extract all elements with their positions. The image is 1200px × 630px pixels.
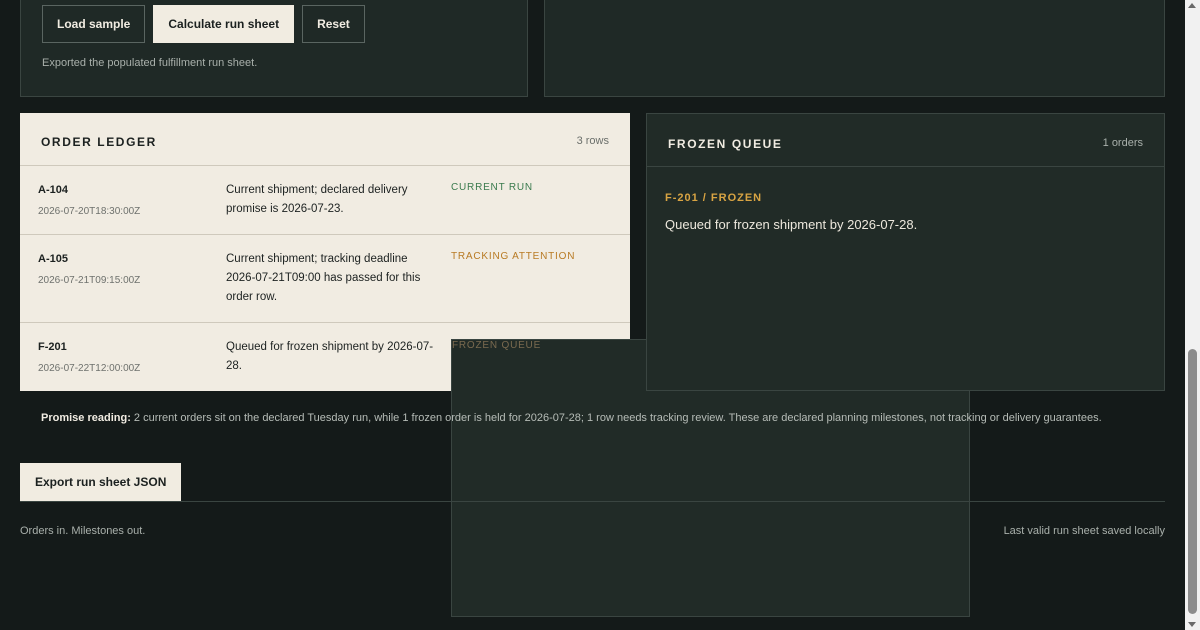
promise-label: Promise reading: <box>41 412 131 424</box>
order-ledger: ORDER LEDGER 3 rows A-104 2026-07-20T18:… <box>20 113 970 617</box>
order-description: Current shipment; tracking deadline 2026… <box>226 253 421 303</box>
reset-button[interactable]: Reset <box>302 5 365 43</box>
order-description: Queued for frozen shipment by 2026-07-28… <box>226 341 434 372</box>
frozen-header: FROZEN QUEUE 1 orders <box>647 114 1164 167</box>
controls-panel: Load sample Calculate run sheet Reset Ex… <box>20 0 528 97</box>
order-timestamp: 2026-07-22T12:00:00Z <box>38 363 141 374</box>
order-id: F-201 <box>38 341 67 353</box>
ledger-title: ORDER LEDGER <box>41 135 157 149</box>
calculate-run-sheet-button[interactable]: Calculate run sheet <box>153 5 295 43</box>
frozen-title: FROZEN QUEUE <box>668 137 783 151</box>
order-timestamp: 2026-07-21T09:15:00Z <box>38 275 141 286</box>
control-buttons: Load sample Calculate run sheet Reset <box>42 5 365 43</box>
footer-save-status: Last valid run sheet saved locally <box>1003 525 1165 537</box>
order-description: Current shipment; declared delivery prom… <box>226 184 408 215</box>
order-id: A-105 <box>38 253 68 265</box>
scroll-down-icon[interactable] <box>1188 622 1196 627</box>
ledger-row: A-105 2026-07-21T09:15:00Z Current shipm… <box>20 235 630 323</box>
status-tag: TRACKING ATTENTION <box>451 251 576 262</box>
scroll-up-icon[interactable] <box>1188 3 1196 8</box>
scrollbar[interactable] <box>1185 0 1200 630</box>
ledger-row-count: 3 rows <box>576 135 609 147</box>
load-sample-button[interactable]: Load sample <box>42 5 146 43</box>
promise-reading: Promise reading: 2 current orders sit on… <box>41 412 1102 424</box>
ledger-header: ORDER LEDGER 3 rows <box>20 113 630 166</box>
summary-panel <box>544 0 1165 97</box>
ledger-row: F-201 2026-07-22T12:00:00Z Queued for fr… <box>20 323 970 617</box>
order-timestamp: 2026-07-20T18:30:00Z <box>38 206 141 217</box>
frozen-item-text: Queued for frozen shipment by 2026-07-28… <box>665 217 918 232</box>
promise-text: 2 current orders sit on the declared Tue… <box>133 412 1102 424</box>
footer-tagline: Orders in. Milestones out. <box>20 525 146 537</box>
export-json-button[interactable]: Export run sheet JSON <box>20 463 182 501</box>
frozen-order-count: 1 orders <box>1102 137 1143 149</box>
ledger-row: A-104 2026-07-20T18:30:00Z Current shipm… <box>20 166 630 235</box>
frozen-item-id: F-201 / FROZEN <box>665 192 763 204</box>
scrollbar-thumb[interactable] <box>1188 349 1197 614</box>
order-id: A-104 <box>38 184 68 196</box>
status-tag: CURRENT RUN <box>451 182 533 193</box>
divider <box>20 501 1165 502</box>
status-message: Exported the populated fulfillment run s… <box>42 57 258 69</box>
frozen-queue: FROZEN QUEUE 1 orders F-201 / FROZEN Que… <box>646 113 1165 391</box>
